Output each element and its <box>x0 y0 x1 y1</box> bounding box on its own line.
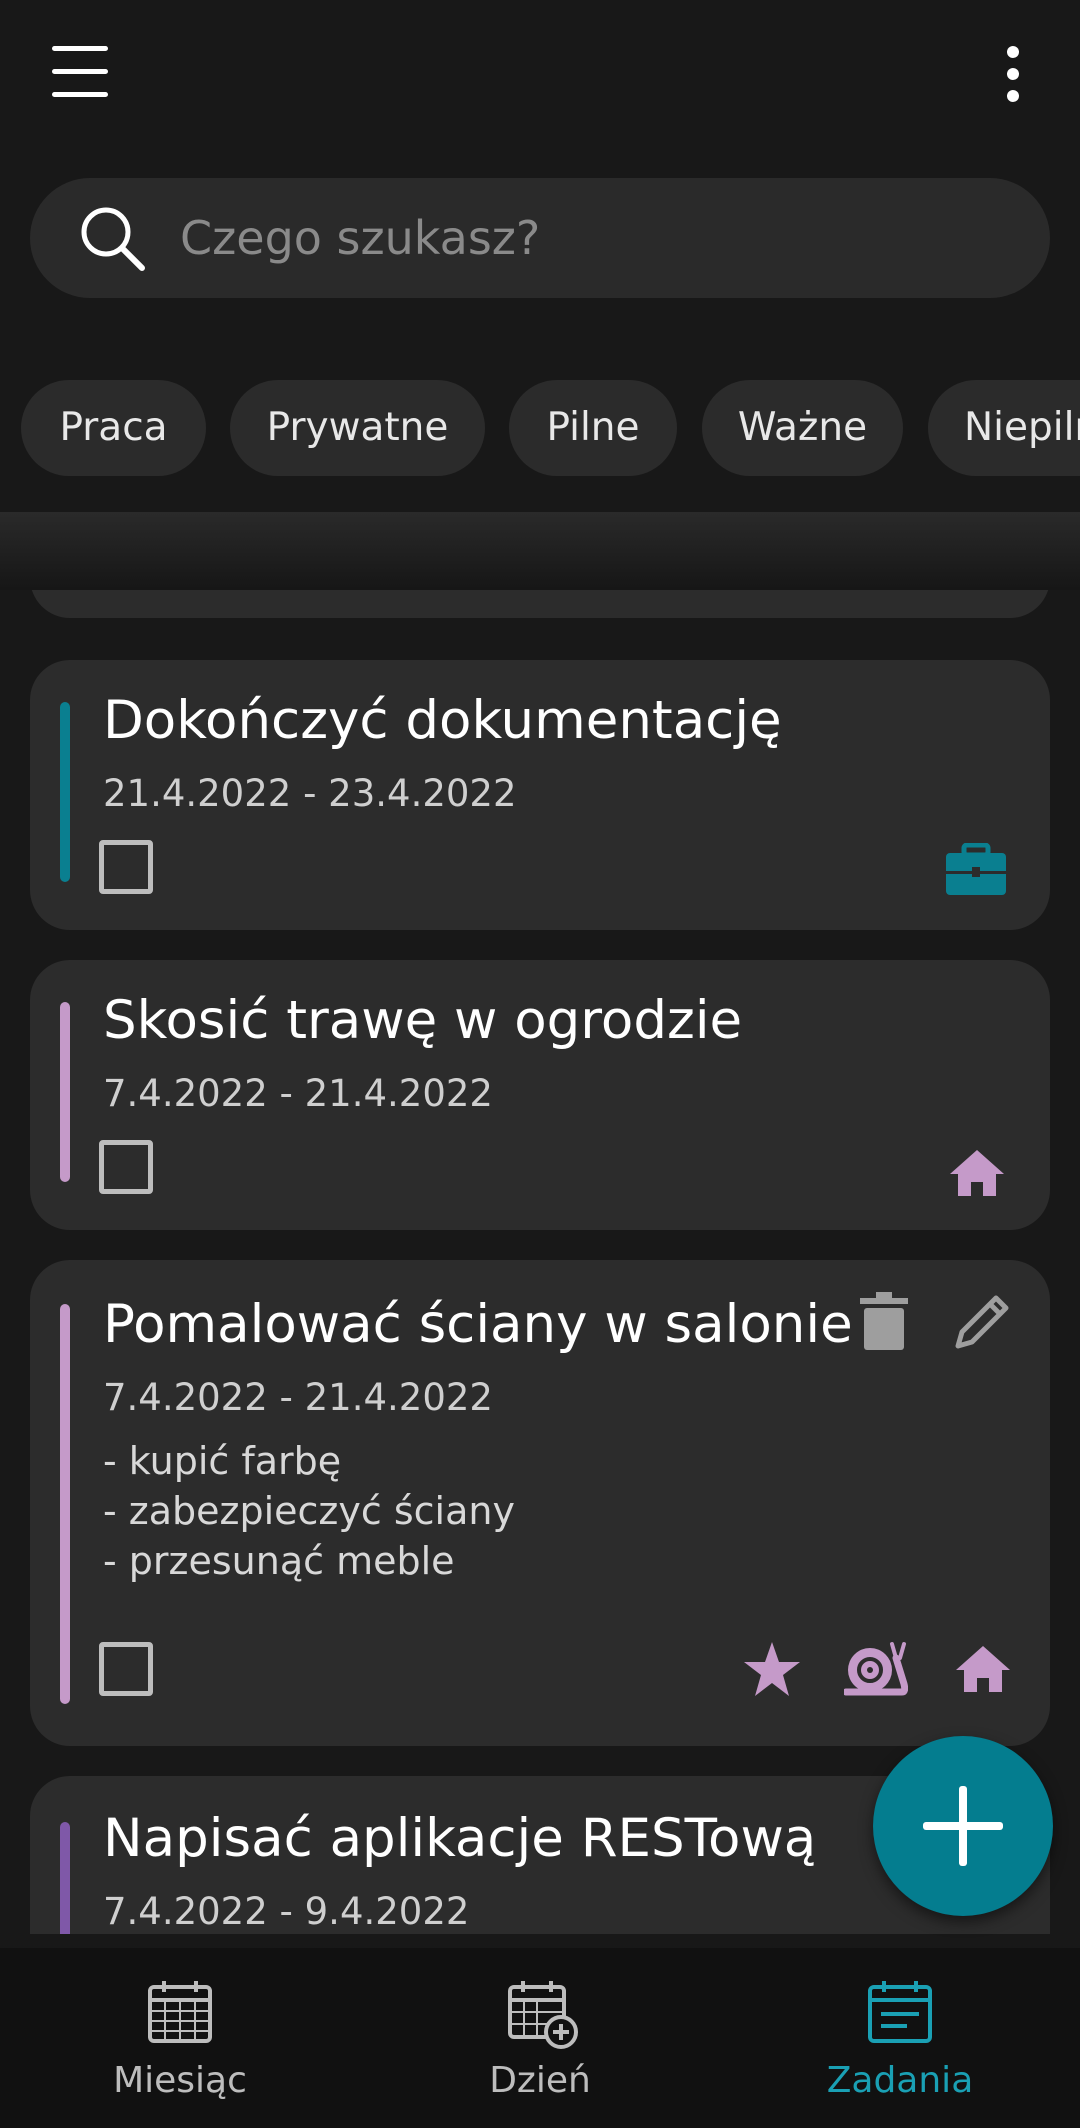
search-bar[interactable] <box>30 178 1050 298</box>
task-dates: 7.4.2022 - 21.4.2022 <box>103 1376 493 1419</box>
task-color-bar <box>60 1002 70 1182</box>
task-checkbox[interactable] <box>99 1642 153 1696</box>
task-list[interactable]: Dokończyć dokumentację 21.4.2022 - 23.4.… <box>0 590 1080 1934</box>
nav-day-label: Dzień <box>489 2060 591 2101</box>
home-icon <box>956 1646 1010 1692</box>
search-input[interactable] <box>180 178 1000 298</box>
task-title: Dokończyć dokumentację <box>103 690 782 751</box>
delete-icon[interactable] <box>858 1290 910 1352</box>
task-title: Skosić trawę w ogrodzie <box>103 990 743 1051</box>
briefcase-icon <box>946 843 1006 895</box>
task-checkbox[interactable] <box>99 1140 153 1194</box>
task-card-expanded[interactable]: Pomalować ściany w salonie 7.4.2022 - 21… <box>30 1260 1050 1746</box>
search-icon <box>81 207 145 271</box>
task-card[interactable]: Skosić trawę w ogrodzie 7.4.2022 - 21.4.… <box>30 960 1050 1230</box>
top-app-bar <box>0 0 1080 150</box>
task-title: Pomalować ściany w salonie <box>103 1294 853 1355</box>
task-color-bar <box>60 1304 70 1704</box>
nav-month[interactable]: Miesiąc <box>0 1948 360 2128</box>
task-dates: 21.4.2022 - 23.4.2022 <box>103 772 517 815</box>
snail-icon <box>844 1642 908 1696</box>
task-checkbox[interactable] <box>99 840 153 894</box>
chip-praca[interactable]: Praca <box>21 380 206 476</box>
note-line: - zabezpieczyć ściany <box>103 1489 515 1533</box>
task-notes: - kupić farbę - zabezpieczyć ściany - pr… <box>103 1436 515 1586</box>
edit-icon[interactable] <box>952 1290 1014 1352</box>
task-card[interactable]: Dokończyć dokumentację 21.4.2022 - 23.4.… <box>30 660 1050 930</box>
header-divider <box>0 512 1080 590</box>
task-card-partial[interactable] <box>30 590 1050 618</box>
filter-chip-row: Praca Prywatne Pilne Ważne Niepilne <box>0 380 1080 480</box>
note-line: - przesunąć meble <box>103 1539 455 1583</box>
task-color-bar <box>60 702 70 882</box>
nav-tasks-label: Zadania <box>826 2060 974 2101</box>
nav-month-label: Miesiąc <box>113 2060 247 2101</box>
task-color-bar <box>60 1822 70 1934</box>
chip-prywatne[interactable]: Prywatne <box>230 380 485 476</box>
nav-day[interactable]: Dzień <box>360 1948 720 2128</box>
hamburger-menu-icon[interactable] <box>52 46 108 98</box>
add-task-button[interactable] <box>873 1736 1053 1916</box>
calendar-add-icon <box>508 1981 578 2049</box>
task-dates: 7.4.2022 - 9.4.2022 <box>103 1890 470 1933</box>
calendar-tasks-icon <box>868 1981 932 2043</box>
task-dates: 7.4.2022 - 21.4.2022 <box>103 1072 493 1115</box>
nav-tasks[interactable]: Zadania <box>720 1948 1080 2128</box>
star-icon <box>744 1642 800 1696</box>
task-title: Napisać aplikacje RESTową <box>103 1808 817 1869</box>
bottom-navigation: Miesiąc Dzień Zadania <box>0 1948 1080 2128</box>
plus-icon <box>923 1786 1003 1866</box>
chip-wazne[interactable]: Ważne <box>702 380 903 476</box>
more-vertical-icon[interactable] <box>996 46 1032 102</box>
note-line: - kupić farbę <box>103 1439 342 1483</box>
calendar-month-icon <box>148 1981 212 2043</box>
chip-pilne[interactable]: Pilne <box>509 380 677 476</box>
home-icon <box>950 1150 1004 1196</box>
chip-niepilne[interactable]: Niepilne <box>928 380 1080 476</box>
